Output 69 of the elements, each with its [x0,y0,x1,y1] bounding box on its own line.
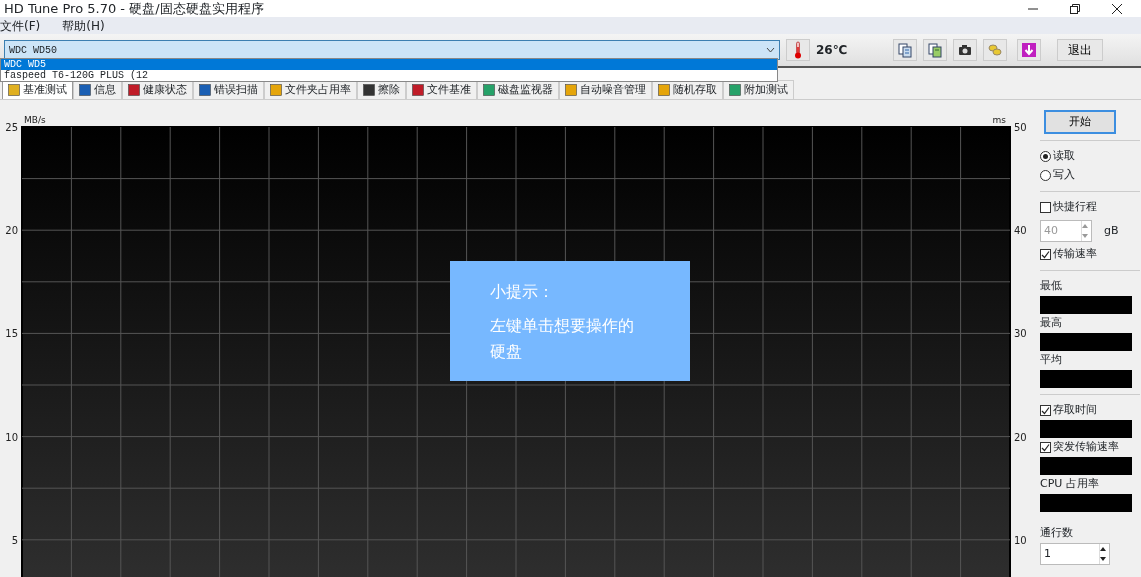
down-arrow-icon[interactable] [1100,557,1106,561]
radio-button[interactable] [1040,151,1051,162]
toolbar-button[interactable] [953,39,978,61]
restore-icon[interactable] [1069,2,1081,15]
checkbox[interactable] [1040,249,1051,260]
axis-tick-label: 10 [5,431,18,443]
menu-item[interactable]: 文件(F) [0,16,41,35]
drive-dropdown[interactable]: WDC WD50 [4,40,780,60]
checkbox-label: 存取时间 [1053,402,1097,419]
exit-button[interactable]: 退出 [1057,39,1104,61]
toolbar-button[interactable] [1017,39,1042,61]
tab[interactable]: 附加测试 [723,80,794,99]
radio-button[interactable] [1040,170,1051,181]
thermometer-icon [793,41,803,59]
start-button[interactable]: 开始 [1044,110,1116,134]
checkbox-label: 突发传输速率 [1053,439,1119,456]
stat-label: 通行数 [1040,525,1074,542]
checkbox[interactable] [1040,405,1051,416]
temperature-reading: 26℃ [816,42,848,59]
tab-icon [658,84,670,96]
axis-tick-label: 30 [1014,328,1027,340]
camera-icon [957,42,974,58]
documents-icon [927,42,944,58]
axis-tick-label: 20 [1014,431,1027,443]
radio-label: 写入 [1053,167,1075,184]
window-title: HD Tune Pro 5.70 - 硬盘/固态硬盘实用程序 [3,0,264,18]
axis-unit: ms [992,115,1006,125]
check-icon [1041,406,1050,415]
menu-item[interactable]: 帮助(H) [62,16,105,35]
hint-title: 小提示： [490,281,555,303]
tab-icon [363,84,375,96]
documents-icon [897,42,914,58]
stat-label: 最高 [1040,315,1063,332]
tab-icon [8,84,20,96]
dropdown-option[interactable]: faspeed T6-120G PLUS (12 [1,70,777,81]
stat-label: 平均 [1040,352,1063,369]
axis-tick-label: 5 [11,534,18,546]
number-field[interactable]: 1 [1040,543,1110,565]
tab-icon [565,84,577,96]
axis-tick-label: 10 [1014,534,1027,546]
tab-icon [199,84,211,96]
checkbox-label: 传输速率 [1053,246,1097,263]
axis-unit: MB/s [24,115,46,125]
tab-icon [128,84,140,96]
checkbox-label: 快捷行程 [1053,199,1097,216]
axis-tick-label: 20 [5,225,18,237]
axis-tick-label: 25 [5,122,18,133]
stat-label: CPU 占用率 [1040,476,1100,493]
unit-label: gB [1104,222,1119,239]
tab-icon [412,84,424,96]
close-icon[interactable] [1111,2,1123,15]
axis-tick-label: 50 [1014,122,1027,133]
checkbox[interactable] [1040,442,1051,453]
check-icon [1041,443,1050,452]
stat-label: 最低 [1040,278,1063,295]
thermometer-button[interactable] [786,39,810,61]
hint-text: 左键单击想要操作的硬盘 [490,315,635,363]
tab-icon [79,84,91,96]
tab-icon [483,84,495,96]
axis-tick-label: 15 [5,328,18,340]
tab-icon [729,84,741,96]
axis-tick-label: 40 [1014,225,1027,237]
up-arrow-icon[interactable] [1100,547,1106,551]
tab-icon [270,84,282,96]
check-icon [1041,250,1050,259]
radio-label: 读取 [1053,148,1075,165]
dropdown-option[interactable]: WDC WD5 [1,59,777,70]
coins-icon [987,42,1004,58]
chevron-down-icon [766,47,775,53]
